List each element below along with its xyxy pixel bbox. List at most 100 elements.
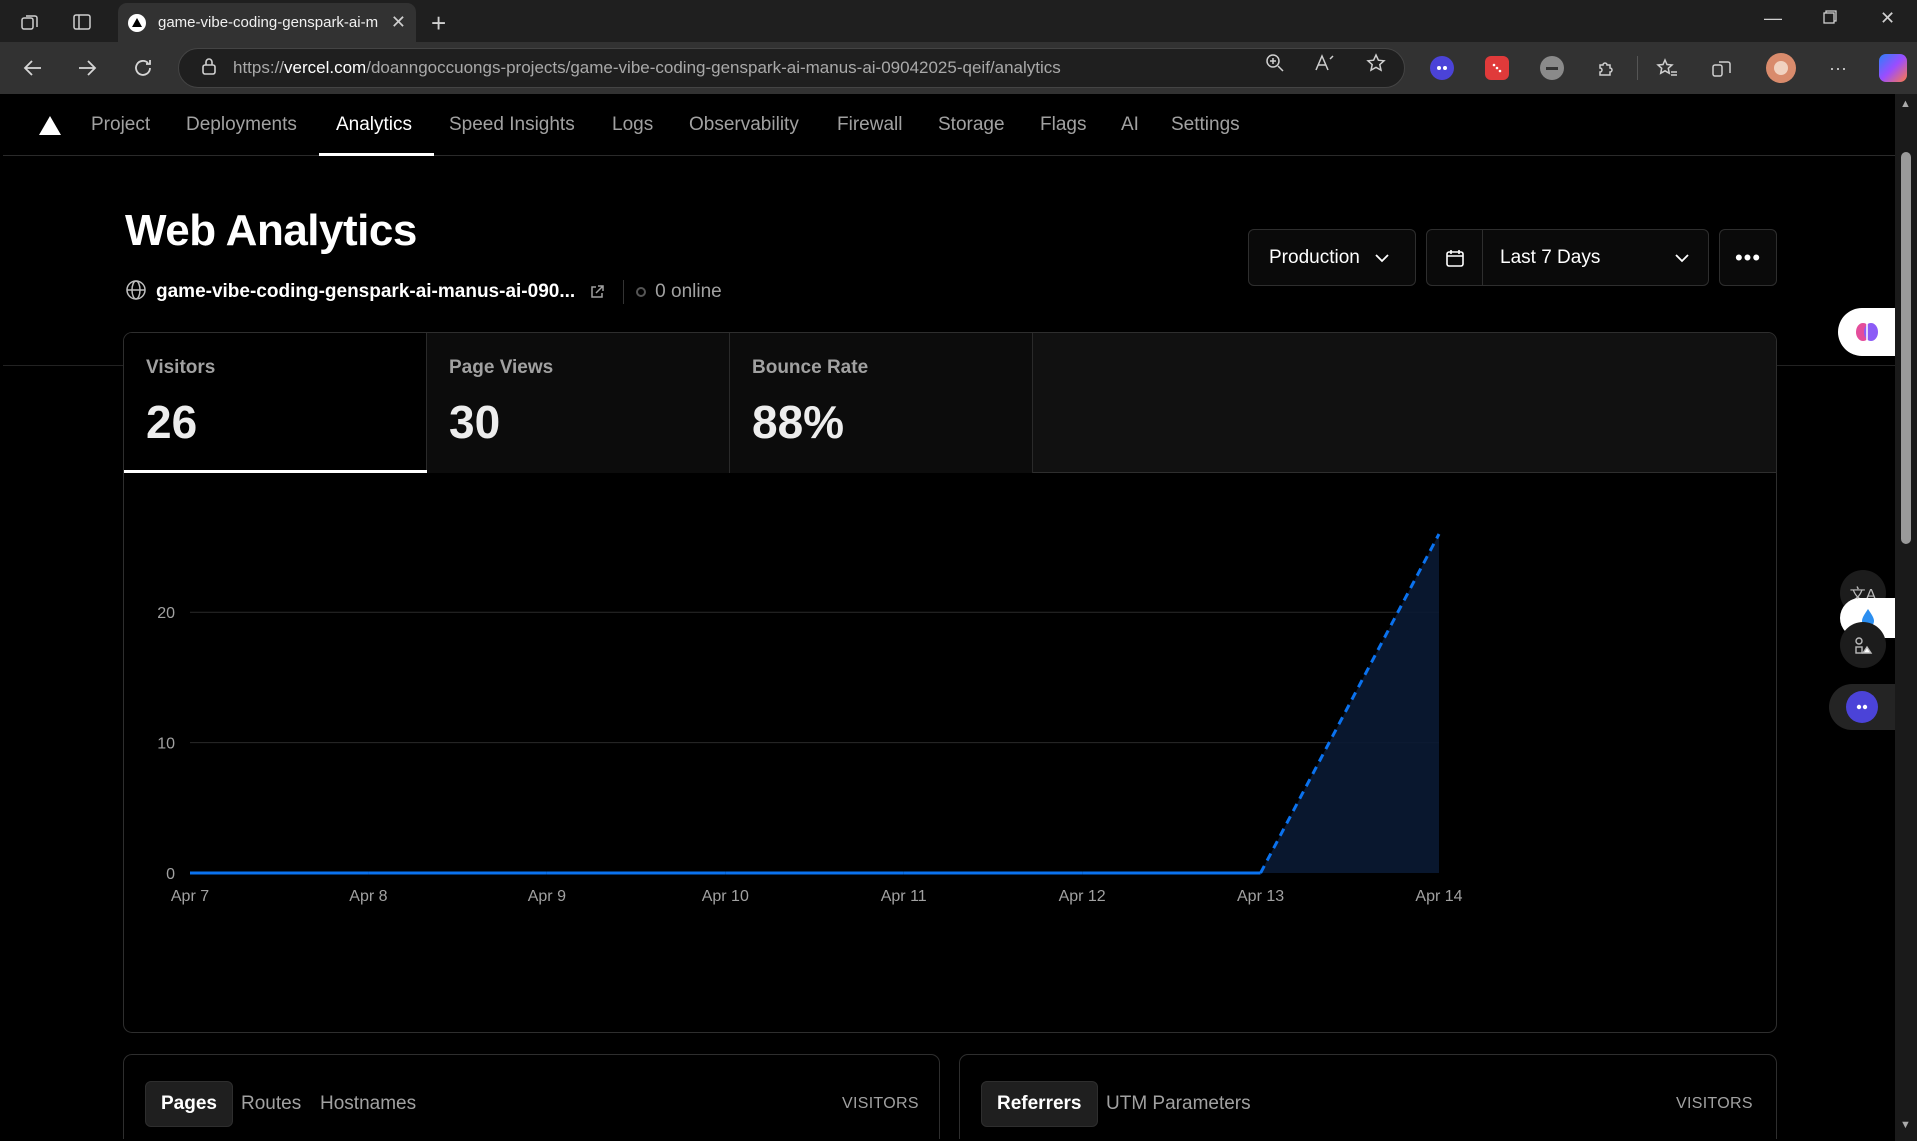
x-tick-label: Apr 8 [349, 888, 387, 905]
selected-stat-indicator [124, 470, 427, 473]
tab-hostnames[interactable]: Hostnames [305, 1081, 431, 1127]
site-domain[interactable]: game-vibe-coding-genspark-ai-manus-ai-09… [156, 281, 575, 303]
x-tick-label: Apr 9 [528, 888, 566, 905]
nav-analytics[interactable]: Analytics [336, 114, 412, 136]
nav-speed-insights[interactable]: Speed Insights [449, 114, 575, 136]
page-scrollbar[interactable]: ▲ ▼ [1895, 94, 1917, 1141]
pages-card: Pages Routes Hostnames VISITORS [123, 1054, 940, 1139]
tab-pages[interactable]: Pages [145, 1081, 233, 1127]
date-range-value: Last 7 Days [1500, 246, 1601, 268]
site-row: game-vibe-coding-genspark-ai-manus-ai-09… [125, 279, 722, 304]
nav-flags[interactable]: Flags [1040, 114, 1086, 136]
read-aloud-icon[interactable] [1312, 50, 1338, 76]
x-tick-label: Apr 13 [1237, 888, 1284, 905]
forward-icon[interactable] [73, 54, 101, 82]
brain-extension-widget[interactable] [1838, 308, 1896, 356]
vercel-app: Project Deployments Analytics Speed Insi… [3, 94, 1895, 1139]
stat-page-views[interactable]: Page Views 30 [427, 333, 730, 473]
x-tick-label: Apr 14 [1415, 888, 1462, 905]
visitors-chart[interactable]: 0 10 20 Apr 7 Apr 8 Apr 9 Apr 10 Apr 11 Apr 12 Ap… [124, 474, 1776, 1032]
y-tick-label: 10 [157, 736, 175, 753]
separator [623, 280, 625, 304]
workspaces-icon[interactable] [17, 9, 43, 35]
page-title: Web Analytics [125, 206, 417, 255]
shapes-icon[interactable] [1840, 622, 1886, 668]
dice-extension-icon[interactable] [1485, 56, 1509, 80]
restore-icon[interactable] [1823, 8, 1837, 29]
url-text: https://vercel.com/doanngoccuongs-projec… [233, 58, 1061, 77]
close-tab-icon[interactable]: ✕ [391, 12, 406, 33]
stat-value: 30 [449, 396, 501, 448]
referrers-card: Referrers UTM Parameters VISITORS [959, 1054, 1777, 1139]
stat-label: Page Views [449, 357, 554, 378]
more-menu-icon[interactable]: ··· [1826, 56, 1850, 80]
more-options-button[interactable]: ••• [1719, 229, 1777, 286]
scroll-up-icon[interactable]: ▲ [1900, 98, 1911, 110]
column-header-visitors[interactable]: VISITORS [1676, 1095, 1753, 1113]
browser-tab-bar: game-vibe-coding-genspark-ai-m ✕ + — ✕ [0, 0, 1917, 42]
minimize-icon[interactable]: — [1764, 8, 1782, 29]
scrollbar-thumb[interactable] [1901, 152, 1911, 544]
scroll-down-icon[interactable]: ▼ [1900, 1119, 1911, 1131]
address-bar[interactable]: https://vercel.com/doanngoccuongs-projec… [178, 48, 1405, 88]
ellipsis-icon: ••• [1734, 244, 1762, 270]
new-tab-icon[interactable]: + [431, 8, 446, 39]
copilot-icon[interactable] [1879, 54, 1907, 82]
vertical-tabs-icon[interactable] [69, 9, 95, 35]
ai-chat-icon [1846, 691, 1878, 723]
extensions-puzzle-icon[interactable] [1595, 56, 1619, 80]
extension-grey-icon[interactable] [1540, 56, 1564, 80]
x-tick-label: Apr 7 [171, 888, 209, 905]
area-fill [190, 534, 1439, 873]
toolbar-divider [1637, 56, 1638, 80]
online-status-dot [636, 287, 647, 297]
external-link-icon[interactable] [589, 284, 605, 300]
chevron-down-icon [1374, 247, 1390, 269]
tab-referrers[interactable]: Referrers [981, 1081, 1098, 1127]
stat-label: Bounce Rate [752, 357, 869, 378]
ai-assistant-extension-icon[interactable] [1430, 56, 1454, 80]
nav-storage[interactable]: Storage [938, 114, 1005, 136]
nav-observability[interactable]: Observability [689, 114, 799, 136]
calendar-icon[interactable] [1427, 230, 1483, 285]
stat-bounce-rate[interactable]: Bounce Rate 88% [730, 333, 1033, 473]
tab-utm-parameters[interactable]: UTM Parameters [1091, 1081, 1266, 1127]
nav-firewall[interactable]: Firewall [837, 114, 902, 136]
favorites-icon[interactable] [1655, 56, 1679, 80]
y-tick-label: 0 [166, 866, 175, 883]
stat-visitors[interactable]: Visitors 26 [124, 333, 427, 473]
refresh-icon[interactable] [129, 54, 157, 82]
ai-chat-widget[interactable] [1829, 684, 1895, 730]
favorite-star-icon[interactable] [1363, 50, 1389, 76]
stats-row: Visitors 26 Page Views 30 Bounce Rate 88… [124, 333, 1776, 473]
profile-avatar[interactable] [1766, 53, 1796, 83]
date-range-select[interactable]: Last 7 Days [1426, 229, 1709, 286]
x-tick-label: Apr 11 [881, 888, 927, 905]
brain-icon [1856, 323, 1878, 341]
browser-toolbar: https://vercel.com/doanngoccuongs-projec… [0, 42, 1917, 94]
nav-deployments[interactable]: Deployments [186, 114, 297, 136]
vercel-logo-icon[interactable] [39, 116, 61, 135]
tab-routes[interactable]: Routes [226, 1081, 316, 1127]
online-count: 0 online [655, 281, 722, 302]
zoom-icon[interactable] [1262, 50, 1288, 76]
environment-value: Production [1269, 246, 1360, 268]
chart-svg: 0 10 20 Apr 7 Apr 8 Apr 9 Apr 10 Apr 11 Apr 12 Ap… [157, 533, 1463, 905]
active-tab-indicator [319, 153, 434, 156]
column-header-visitors[interactable]: VISITORS [842, 1095, 919, 1113]
collections-icon[interactable] [1710, 56, 1734, 80]
environment-select[interactable]: Production [1248, 229, 1416, 286]
back-icon[interactable] [19, 54, 47, 82]
nav-project[interactable]: Project [91, 114, 150, 136]
project-nav: Project Deployments Analytics Speed Insi… [3, 94, 1895, 156]
nav-logs[interactable]: Logs [612, 114, 653, 136]
active-tab[interactable]: game-vibe-coding-genspark-ai-m ✕ [118, 3, 416, 42]
nav-settings[interactable]: Settings [1171, 114, 1240, 136]
tab-title: game-vibe-coding-genspark-ai-m [158, 14, 379, 31]
lock-icon[interactable] [201, 57, 217, 80]
close-window-icon[interactable]: ✕ [1880, 8, 1895, 29]
nav-ai[interactable]: AI [1121, 114, 1139, 136]
vercel-favicon-icon [128, 13, 146, 32]
x-tick-label: Apr 10 [702, 888, 749, 905]
analytics-panel: Visitors 26 Page Views 30 Bounce Rate 88… [123, 332, 1777, 1033]
